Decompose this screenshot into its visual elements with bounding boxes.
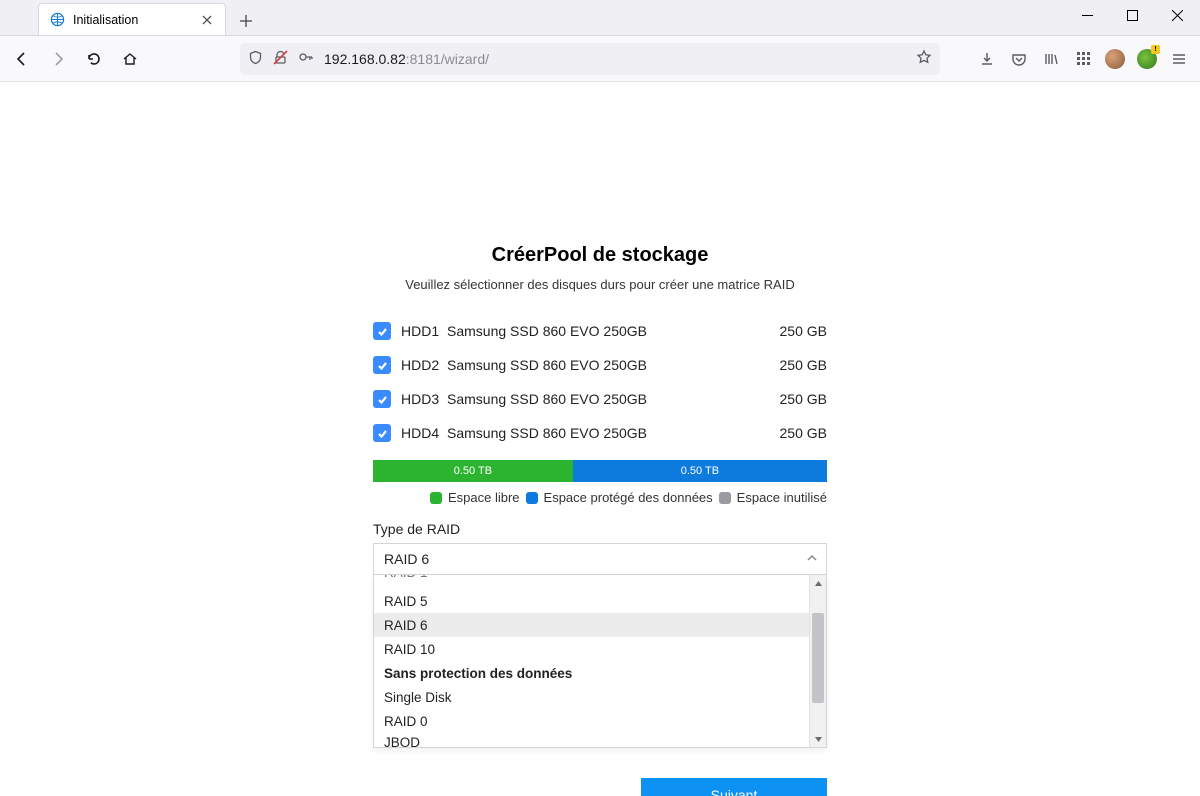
legend-swatch-wasted xyxy=(719,492,731,504)
capacity-free-segment: 0.50 TB xyxy=(373,460,573,482)
url-bar[interactable]: 192.168.0.82:8181/wizard/ xyxy=(240,43,940,75)
raid-type-select[interactable]: RAID 6 xyxy=(373,543,827,575)
shield-icon xyxy=(248,50,263,68)
disk-model: Samsung SSD 860 EVO 250GB xyxy=(447,391,757,407)
raid-option-group-header: Sans protection des données xyxy=(374,661,826,685)
tab-close-button[interactable] xyxy=(199,12,215,28)
scroll-down-icon[interactable] xyxy=(810,731,826,747)
disk-size: 250 GB xyxy=(757,357,827,373)
raid-type-dropdown: RAID 1 RAID 5RAID 6RAID 10Sans protectio… xyxy=(373,575,827,748)
disk-row: HDD3Samsung SSD 860 EVO 250GB250 GB xyxy=(373,382,827,416)
legend-label-wasted: Espace inutilisé xyxy=(737,490,827,505)
disk-model: Samsung SSD 860 EVO 250GB xyxy=(447,323,757,339)
bookmark-star-icon[interactable] xyxy=(916,49,932,68)
legend-swatch-protected xyxy=(526,492,538,504)
raid-option[interactable]: JBOD xyxy=(374,733,826,747)
legend-swatch-free xyxy=(430,492,442,504)
tab-strip: Initialisation xyxy=(0,0,1200,36)
library-icon[interactable] xyxy=(1036,43,1066,75)
capacity-bar: 0.50 TB 0.50 TB xyxy=(373,460,827,482)
nav-home-button[interactable] xyxy=(114,43,146,75)
next-button[interactable]: Suivant xyxy=(641,778,827,796)
disk-model: Samsung SSD 860 EVO 250GB xyxy=(447,425,757,441)
new-tab-button[interactable] xyxy=(232,7,260,35)
window-close-button[interactable] xyxy=(1155,0,1200,30)
disk-slot: HDD2 xyxy=(401,357,447,373)
pocket-icon[interactable] xyxy=(1004,43,1034,75)
app-menu-button[interactable] xyxy=(1164,43,1194,75)
browser-toolbar: 192.168.0.82:8181/wizard/ ! xyxy=(0,36,1200,82)
capacity-protected-segment: 0.50 TB xyxy=(573,460,827,482)
raid-option[interactable]: Single Disk xyxy=(374,685,826,709)
legend-label-free: Espace libre xyxy=(448,490,520,505)
disk-slot: HDD4 xyxy=(401,425,447,441)
browser-tab[interactable]: Initialisation xyxy=(38,3,226,35)
disk-row: HDD4Samsung SSD 860 EVO 250GB250 GB xyxy=(373,416,827,450)
raid-option[interactable]: RAID 5 xyxy=(374,589,826,613)
nav-back-button[interactable] xyxy=(6,43,38,75)
dropdown-scrollbar[interactable] xyxy=(809,575,826,747)
capacity-legend: Espace libre Espace protégé des données … xyxy=(373,490,827,505)
legend-label-protected: Espace protégé des données xyxy=(544,490,713,505)
disk-size: 250 GB xyxy=(757,391,827,407)
nav-forward-button[interactable] xyxy=(42,43,74,75)
disk-slot: HDD3 xyxy=(401,391,447,407)
chevron-up-icon xyxy=(806,551,818,567)
url-text: 192.168.0.82:8181/wizard/ xyxy=(324,51,489,67)
disk-model: Samsung SSD 860 EVO 250GB xyxy=(447,357,757,373)
raid-type-value: RAID 6 xyxy=(384,551,429,567)
grid-icon[interactable] xyxy=(1068,43,1098,75)
disk-size: 250 GB xyxy=(757,425,827,441)
disk-checkbox[interactable] xyxy=(373,390,391,408)
raid-option[interactable]: RAID 10 xyxy=(374,637,826,661)
disk-slot: HDD1 xyxy=(401,323,447,339)
tab-title: Initialisation xyxy=(73,13,138,27)
lock-insecure-icon xyxy=(273,50,288,68)
raid-option[interactable]: RAID 0 xyxy=(374,709,826,733)
downloads-icon[interactable] xyxy=(972,43,1002,75)
raid-option[interactable]: RAID 1 xyxy=(374,575,826,589)
key-icon xyxy=(298,49,314,68)
page-title: CréerPool de stockage xyxy=(373,244,827,267)
raid-type-label: Type de RAID xyxy=(373,521,827,537)
disk-row: HDD2Samsung SSD 860 EVO 250GB250 GB xyxy=(373,348,827,382)
scroll-up-icon[interactable] xyxy=(810,575,826,591)
disk-checkbox[interactable] xyxy=(373,356,391,374)
scrollbar-thumb[interactable] xyxy=(812,613,824,703)
tab-favicon-icon xyxy=(49,12,65,28)
window-maximize-button[interactable] xyxy=(1110,0,1155,30)
window-minimize-button[interactable] xyxy=(1065,0,1110,30)
raid-option[interactable]: RAID 6 xyxy=(374,613,826,637)
extension-avatar-1[interactable] xyxy=(1100,43,1130,75)
disk-checkbox[interactable] xyxy=(373,424,391,442)
disk-size: 250 GB xyxy=(757,323,827,339)
disk-row: HDD1Samsung SSD 860 EVO 250GB250 GB xyxy=(373,314,827,348)
page-subtitle: Veuillez sélectionner des disques durs p… xyxy=(373,277,827,292)
disk-checkbox[interactable] xyxy=(373,322,391,340)
nav-reload-button[interactable] xyxy=(78,43,110,75)
extension-avatar-2[interactable]: ! xyxy=(1132,43,1162,75)
